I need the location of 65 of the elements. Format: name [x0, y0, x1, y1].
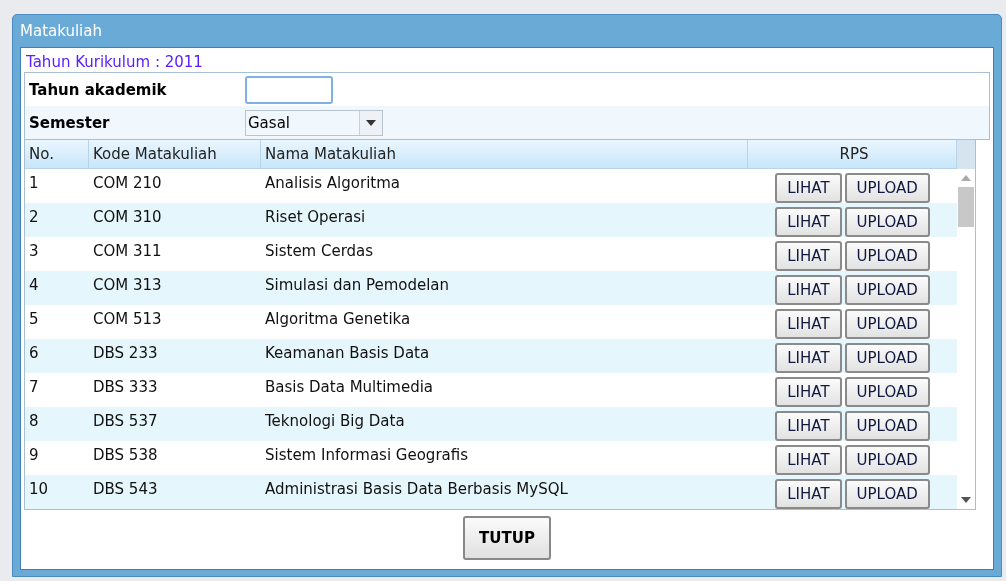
table-cell: Algoritma Genetika: [265, 310, 411, 328]
upload-button[interactable]: UPLOAD: [844, 445, 930, 475]
scroll-down-icon[interactable]: [961, 497, 971, 503]
upload-button[interactable]: UPLOAD: [844, 309, 930, 339]
semester-label: Semester: [29, 113, 111, 132]
upload-button[interactable]: UPLOAD: [844, 275, 930, 305]
upload-button[interactable]: UPLOAD: [844, 343, 930, 373]
view-button[interactable]: LIHAT: [775, 343, 842, 373]
table-cell: COM 513: [93, 310, 162, 328]
view-button[interactable]: LIHAT: [775, 377, 842, 407]
upload-button[interactable]: UPLOAD: [844, 377, 930, 407]
academic-year-label: Tahun akademik: [29, 80, 168, 99]
view-button[interactable]: LIHAT: [775, 275, 842, 305]
table-cell: Administrasi Basis Data Berbasis MySQL: [265, 480, 568, 498]
table-cell: Simulasi dan Pemodelan: [265, 276, 450, 294]
table-cell: 7: [29, 378, 39, 396]
upload-button[interactable]: UPLOAD: [844, 411, 930, 441]
curriculum-year-label: Tahun Kurikulum : 2011: [26, 53, 204, 71]
table-cell: DBS 538: [93, 446, 158, 464]
view-button[interactable]: LIHAT: [775, 207, 842, 237]
column-header: No.: [25, 140, 89, 169]
table-cell: Keamanan Basis Data: [265, 344, 430, 362]
table-cell: 8: [29, 412, 39, 430]
academic-year-field[interactable]: [245, 75, 333, 104]
window-title: Matakuliah: [20, 21, 103, 42]
table-cell: 3: [29, 242, 39, 260]
table-cell: 2: [29, 208, 39, 226]
upload-button[interactable]: UPLOAD: [844, 207, 930, 237]
view-button[interactable]: LIHAT: [775, 479, 842, 509]
table-cell: Basis Data Multimedia: [265, 378, 434, 396]
table-cell: Analisis Algoritma: [265, 174, 400, 192]
table-cell: COM 310: [93, 208, 162, 226]
view-button[interactable]: LIHAT: [775, 241, 842, 271]
table-cell: DBS 543: [93, 480, 158, 498]
table-cell: Riset Operasi: [265, 208, 366, 226]
scrollbar-thumb[interactable]: [958, 187, 974, 227]
column-header: Nama Matakuliah: [261, 140, 748, 169]
table-cell: 1: [29, 174, 39, 192]
table-cell: COM 210: [93, 174, 162, 192]
table-cell: 5: [29, 310, 39, 328]
table-cell: 9: [29, 446, 39, 464]
table-cell: 10: [29, 480, 49, 498]
table-cell: Sistem Informasi Geografis: [265, 446, 468, 464]
view-button[interactable]: LIHAT: [775, 445, 842, 475]
table-cell: 4: [29, 276, 39, 294]
table-cell: COM 311: [93, 242, 162, 260]
table-cell: DBS 537: [93, 412, 158, 430]
upload-button[interactable]: UPLOAD: [844, 173, 930, 203]
table-cell: DBS 233: [93, 344, 158, 362]
column-header: RPS: [748, 140, 957, 169]
semester-dropdown[interactable]: Gasal: [245, 109, 383, 136]
view-button[interactable]: LIHAT: [775, 309, 842, 339]
table-cell: Sistem Cerdas: [265, 242, 374, 260]
view-button[interactable]: LIHAT: [775, 173, 842, 203]
scroll-up-icon[interactable]: [961, 175, 971, 181]
table-cell: COM 313: [93, 276, 162, 294]
close-button[interactable]: TUTUP: [463, 516, 551, 560]
dropdown-arrow-icon: [366, 119, 376, 126]
table-cell: 6: [29, 344, 39, 362]
upload-button[interactable]: UPLOAD: [844, 241, 930, 271]
upload-button[interactable]: UPLOAD: [844, 479, 930, 509]
column-header: Kode Matakuliah: [89, 140, 261, 169]
table-cell: DBS 333: [93, 378, 158, 396]
table-cell: Teknologi Big Data: [265, 412, 405, 430]
view-button[interactable]: LIHAT: [775, 411, 842, 441]
